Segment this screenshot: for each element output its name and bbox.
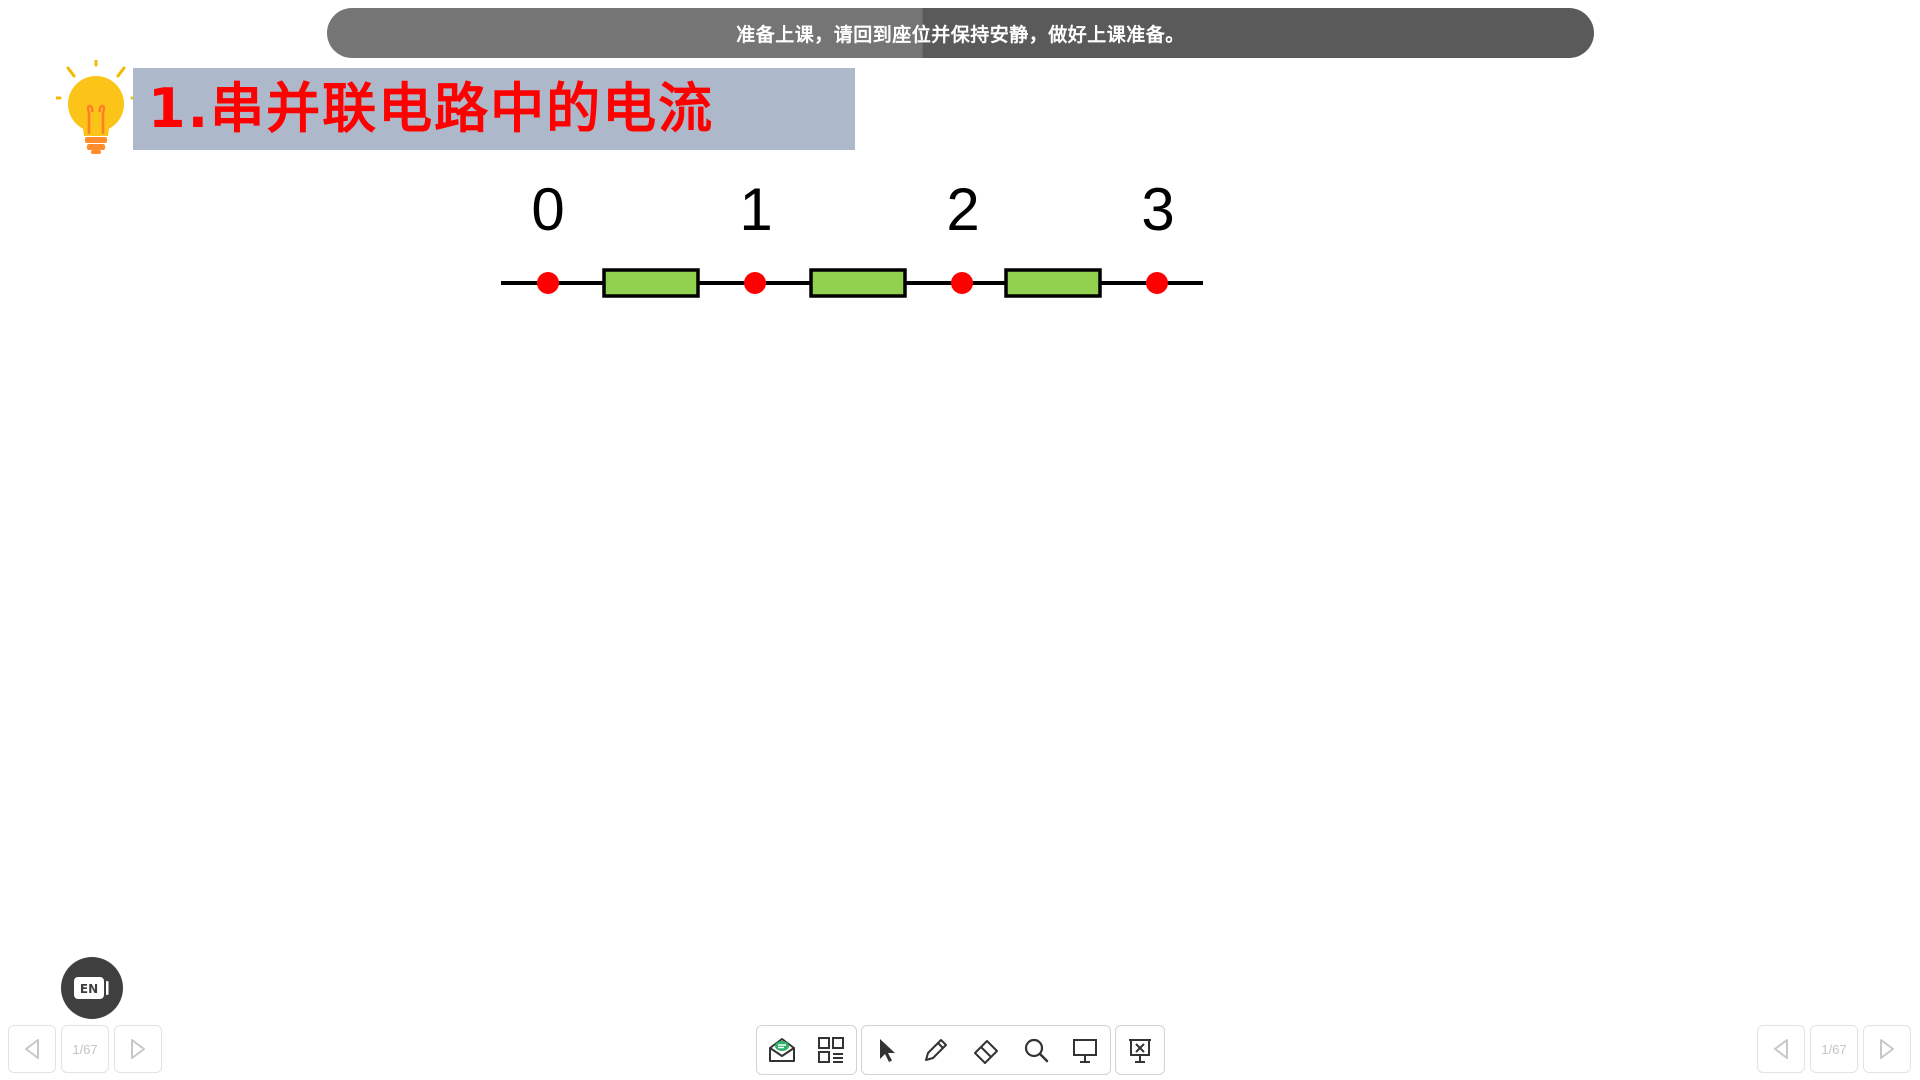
page-indicator-right: 1/67 — [1810, 1025, 1858, 1073]
whiteboard-icon — [1073, 1039, 1098, 1063]
eraser-tool-button[interactable] — [961, 1026, 1011, 1074]
whiteboard-tool-button[interactable] — [1060, 1026, 1110, 1074]
prev-page-button-right[interactable] — [1757, 1025, 1805, 1073]
resistor-1 — [602, 268, 700, 298]
toolbar-group-apps — [756, 1025, 857, 1075]
pen-tool-button[interactable] — [912, 1026, 962, 1074]
page-number-left: 1/67 — [72, 1041, 98, 1057]
chevron-left-icon — [25, 1039, 39, 1059]
language-label: EN — [80, 982, 98, 996]
notice-text: 准备上课，请回到座位并保持安静，做好上课准备。 — [736, 23, 1185, 46]
slide-title: 1.串并联电路中的电流 — [148, 77, 715, 140]
magnifier-tool-button[interactable] — [1011, 1026, 1061, 1074]
node-label-0: 0 — [531, 176, 565, 243]
chevron-left-icon — [1774, 1039, 1788, 1059]
toolbar-group-annotate — [861, 1025, 1111, 1075]
magnifier-icon — [1024, 1038, 1048, 1063]
notice-banner: 准备上课，请回到座位并保持安静，做好上课准备。 — [327, 8, 1594, 58]
resistor-2 — [809, 268, 907, 298]
lightbulb-icon — [56, 60, 136, 154]
message-icon — [768, 1038, 795, 1062]
slide-stage: 准备上课，请回到座位并保持安静，做好上课准备。 1.串并联电路中的电流 0 1 … — [0, 0, 1920, 1080]
language-switch-button[interactable]: EN — [61, 957, 123, 1019]
node-3 — [1146, 272, 1168, 294]
apps-grid-icon — [818, 1037, 845, 1063]
eraser-icon — [973, 1040, 998, 1064]
node-1 — [744, 272, 766, 294]
next-page-button-right[interactable] — [1863, 1025, 1911, 1073]
chevron-right-icon — [1880, 1039, 1894, 1059]
node-label-1: 1 — [739, 176, 773, 243]
apps-button[interactable] — [807, 1026, 857, 1074]
series-circuit-diagram — [501, 268, 1203, 298]
page-indicator-left: 1/67 — [61, 1025, 109, 1073]
next-page-button-left[interactable] — [114, 1025, 162, 1073]
page-number-right: 1/67 — [1821, 1041, 1847, 1057]
exit-presentation-icon — [1129, 1039, 1151, 1063]
pen-icon — [925, 1039, 948, 1061]
message-button[interactable] — [757, 1026, 807, 1074]
prev-page-button-left[interactable] — [8, 1025, 56, 1073]
pointer-tool-button[interactable] — [862, 1026, 912, 1074]
resistor-3 — [1004, 268, 1102, 298]
toolbar-group-exit — [1115, 1025, 1165, 1075]
node-label-3: 3 — [1141, 176, 1175, 243]
chevron-right-icon — [131, 1039, 145, 1059]
node-2 — [951, 272, 973, 294]
exit-presentation-button[interactable] — [1116, 1026, 1164, 1074]
pointer-icon — [879, 1039, 895, 1062]
node-0 — [537, 272, 559, 294]
language-en-icon: EN — [74, 977, 109, 999]
node-label-2: 2 — [946, 176, 980, 243]
